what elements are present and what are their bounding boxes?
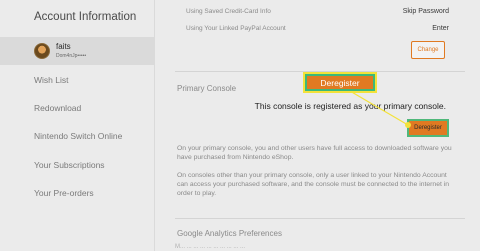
other-console-description: On consoles other than your primary cons… [177,172,450,197]
sidebar-item-wish-list[interactable]: Wish List [34,75,68,85]
section-divider [175,71,465,72]
primary-console-description: On your primary console, you and other u… [177,145,452,161]
deregister-callout: Deregister [303,72,377,93]
sidebar-item-nintendo-switch-online[interactable]: Nintendo Switch Online [34,131,122,141]
change-button[interactable]: Change [411,41,445,59]
user-id: Dom4nJp••••• [56,53,87,59]
sidebar-user[interactable]: faits Dom4nJp••••• [0,37,154,65]
credit-card-row-label: Using Saved Credit-Card Info [186,8,271,15]
primary-console-title: Primary Console [177,84,237,93]
eshop-settings-screen: Account Information faits Dom4nJp••••• W… [0,0,480,251]
credit-card-row-value: Skip Password [402,8,449,15]
paypal-row-label: Using Your Linked PayPal Account [186,25,286,32]
avatar [34,43,50,59]
sidebar: Account Information faits Dom4nJp••••• W… [0,0,154,251]
main-panel: Using Saved Credit-Card Info Skip Passwo… [154,0,480,251]
analytics-title: Google Analytics Preferences [177,229,282,238]
analytics-text: M... ... ... ... ... ... ... ... ... ... [175,244,246,250]
deregister-button[interactable]: Deregister [407,119,449,137]
primary-console-message: This console is registered as your prima… [254,101,446,111]
sidebar-item-subscriptions[interactable]: Your Subscriptions [34,160,105,170]
paypal-row-value: Enter [432,25,449,32]
sidebar-item-redownload[interactable]: Redownload [34,103,81,113]
section-divider [175,218,465,219]
user-name: faits [56,42,71,51]
sidebar-title: Account Information [34,11,137,23]
sidebar-item-pre-orders[interactable]: Your Pre-orders [34,188,94,198]
